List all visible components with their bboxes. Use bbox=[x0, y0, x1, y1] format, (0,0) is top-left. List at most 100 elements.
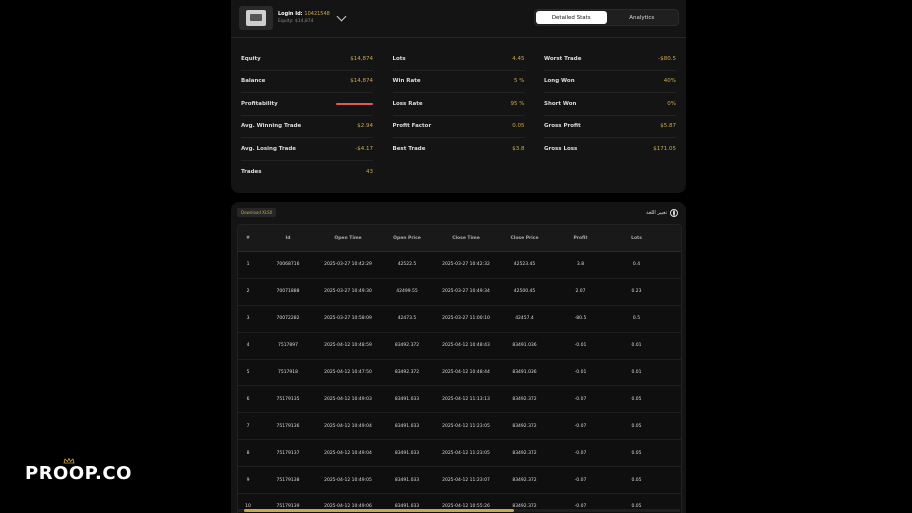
table-cell: 0.01 bbox=[608, 332, 665, 360]
stat-row-loss-rate: Loss Rate 95 % bbox=[392, 93, 525, 116]
stats-column: Lots 4.45 Win Rate 5 % Loss Rate 95 % Profi… bbox=[392, 48, 525, 183]
stat-value: 40% bbox=[663, 78, 676, 85]
stat-row-profitability: Profitability bbox=[241, 93, 373, 116]
stat-row-lots: Lots 4.45 bbox=[392, 48, 525, 71]
table-cell: 2025-04-12 10:48:59 bbox=[318, 332, 378, 360]
table-cell: -0.07 bbox=[553, 385, 608, 414]
table-cell: 2025-04-12 10:49:04 bbox=[318, 439, 378, 468]
table-cell bbox=[665, 359, 681, 387]
stats-column: Equity $14,874 Balance $14,874 Profitabili… bbox=[241, 48, 373, 183]
table-cell: -0.01 bbox=[553, 332, 608, 360]
table-cell: 70072282 bbox=[258, 305, 318, 333]
table-cell: 2025-04-12 10:48:44 bbox=[436, 359, 496, 387]
table-cell: 8 bbox=[238, 439, 258, 468]
stat-value: $14,874 bbox=[350, 55, 373, 62]
table-cell: 2025-04-12 10:49:04 bbox=[318, 412, 378, 441]
brand-logo: PROOP.CO bbox=[25, 463, 132, 484]
stat-label: Gross Profit bbox=[544, 123, 581, 130]
stat-label: Profitability bbox=[241, 100, 278, 107]
table-cell: -0.07 bbox=[553, 412, 608, 441]
trades-table: # Id Open Time Open Price Close Time Clo… bbox=[238, 225, 681, 513]
table-cell: 42522.5 bbox=[378, 251, 436, 279]
column-header[interactable]: Open Time bbox=[318, 225, 378, 252]
table-cell: 2025-04-12 10:47:50 bbox=[318, 359, 378, 387]
table-cell: 83491.033 bbox=[378, 466, 436, 495]
stat-value: 4.45 bbox=[512, 55, 525, 62]
language-label: تغيير اللغة bbox=[646, 210, 667, 216]
stat-row-gross-loss: Gross Loss $171.05 bbox=[544, 138, 676, 161]
tab-detailed-stats[interactable]: Detailed Stats bbox=[536, 11, 607, 24]
stat-value: $3.8 bbox=[512, 146, 525, 153]
table-cell: 0.05 bbox=[608, 412, 665, 441]
stat-label: Short Won bbox=[544, 100, 577, 107]
table-cell: 42499.55 bbox=[378, 278, 436, 306]
table-row: 7 75179136 2025-04-12 10:49:04 83491.033 202… bbox=[238, 412, 681, 441]
column-header[interactable]: Close Price bbox=[496, 225, 553, 252]
stat-label: Win Rate bbox=[392, 78, 421, 85]
table-cell: 3.8 bbox=[553, 251, 608, 279]
chevron-down-icon[interactable] bbox=[336, 11, 347, 22]
scrollbar-thumb[interactable] bbox=[244, 509, 514, 512]
stat-label: Profit Factor bbox=[392, 123, 432, 130]
globe-icon bbox=[670, 209, 678, 217]
table-cell: 75179138 bbox=[258, 466, 318, 495]
column-header[interactable]: Co bbox=[665, 225, 681, 252]
table-cell: 42500.45 bbox=[496, 278, 553, 306]
table-cell: 75179137 bbox=[258, 439, 318, 468]
table-cell: 5 bbox=[238, 359, 258, 387]
table-cell: -0.07 bbox=[553, 439, 608, 468]
table-cell bbox=[665, 466, 681, 495]
table-cell: 83491.036 bbox=[496, 332, 553, 360]
column-header[interactable]: Id bbox=[258, 225, 318, 252]
column-header[interactable]: Lots bbox=[608, 225, 665, 252]
column-header[interactable]: Close Time bbox=[436, 225, 496, 252]
stat-row-trades: Trades 43 bbox=[241, 161, 373, 184]
stat-label: Trades bbox=[241, 168, 262, 175]
table-cell: 83492.372 bbox=[378, 332, 436, 360]
stat-label: Gross Loss bbox=[544, 146, 578, 153]
stat-label: Lots bbox=[392, 55, 406, 62]
table-cell: 7517897 bbox=[258, 332, 318, 360]
divider bbox=[231, 37, 686, 38]
tab-analytics[interactable]: Analytics bbox=[607, 11, 678, 24]
table-cell: 42523.45 bbox=[496, 251, 553, 279]
table-cell: 0.5 bbox=[608, 305, 665, 333]
table-cell: 2025-04-12 11:23:07 bbox=[436, 466, 496, 495]
stat-label: Equity bbox=[241, 55, 261, 62]
stat-label: Best Trade bbox=[392, 146, 426, 153]
table-cell bbox=[665, 385, 681, 414]
stat-row-balance: Balance $14,874 bbox=[241, 71, 373, 93]
download-xlsx-button[interactable]: Download XLSX bbox=[237, 208, 277, 217]
stat-row-profit-factor: Profit Factor 0.05 bbox=[392, 116, 525, 138]
table-cell: 83492.372 bbox=[496, 439, 553, 468]
table-cell: 75179136 bbox=[258, 412, 318, 441]
column-header[interactable]: Profit bbox=[553, 225, 608, 252]
table-cell bbox=[665, 251, 681, 279]
table-cell: 9 bbox=[238, 466, 258, 495]
table-cell: 83491.033 bbox=[378, 385, 436, 414]
equity-summary: Equity: $14,874 bbox=[278, 19, 314, 24]
trades-panel: Download XLSX تغيير اللغة # Id Open Time… bbox=[231, 202, 686, 513]
stat-value: 5 % bbox=[514, 78, 525, 85]
stat-label: Avg. Winning Trade bbox=[241, 123, 302, 130]
table-header-row: # Id Open Time Open Price Close Time Clo… bbox=[238, 225, 681, 252]
stat-row-gross-profit: Gross Profit $5.87 bbox=[544, 116, 676, 138]
column-header[interactable]: Open Price bbox=[378, 225, 436, 252]
horizontal-scrollbar[interactable] bbox=[237, 509, 680, 512]
table-cell: -0.01 bbox=[553, 359, 608, 387]
table-row: 9 75179138 2025-04-12 10:49:05 83491.033 202… bbox=[238, 466, 681, 495]
table-cell bbox=[665, 305, 681, 333]
language-switcher[interactable]: تغيير اللغة bbox=[646, 209, 678, 217]
table-cell: 0.23 bbox=[608, 278, 665, 306]
stats-panel: Login Id: 10421548 Equity: $14,874 Detai… bbox=[231, 0, 686, 193]
stat-row-worst-trade: Worst Trade -$80.5 bbox=[544, 48, 676, 71]
table-cell: 2025-03-27 11:00:10 bbox=[436, 305, 496, 333]
stat-value: $5.87 bbox=[660, 123, 676, 130]
table-cell bbox=[665, 278, 681, 306]
table-cell: -80.5 bbox=[553, 305, 608, 333]
stat-label: Avg. Losing Trade bbox=[241, 145, 297, 152]
trades-table-container[interactable]: # Id Open Time Open Price Close Time Clo… bbox=[237, 224, 682, 513]
account-selector[interactable]: Login Id: 10421548 Equity: $14,874 bbox=[239, 6, 347, 30]
stat-row-short-won: Short Won 0% bbox=[544, 93, 676, 116]
column-header[interactable]: # bbox=[238, 225, 258, 252]
